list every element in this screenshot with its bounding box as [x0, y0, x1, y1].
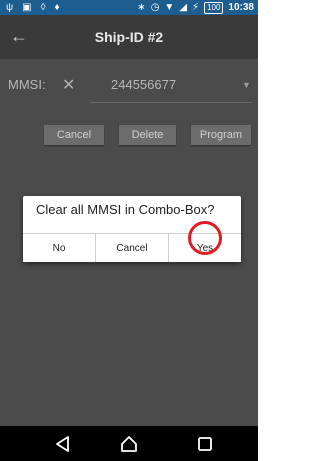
wifi-icon: ▼: [164, 2, 175, 13]
charging-icon: ⚡: [192, 2, 200, 13]
image-icon: ▣: [22, 2, 32, 13]
highlight-circle: [188, 221, 222, 255]
home-icon[interactable]: [120, 435, 138, 453]
delete-button[interactable]: Delete: [119, 125, 176, 145]
clear-icon[interactable]: ✕: [62, 75, 75, 95]
alarm-icon: ◷: [150, 2, 160, 13]
location-icon: ◊: [40, 2, 46, 13]
settings-icon: ♦: [54, 2, 60, 13]
bluetooth-icon: ∗: [137, 2, 146, 13]
mmsi-label: MMSI:: [8, 77, 46, 92]
mmsi-row: MMSI: ✕ 244556677 ▼: [0, 74, 258, 98]
toolbar: ← Ship-ID #2: [0, 15, 258, 59]
phone-screen: ψ ▣ ◊ ♦ ∗ ◷ ▼ ◢ ⚡ 100 10:38 ← Ship-ID #2…: [0, 0, 258, 461]
battery-icon: 100: [204, 1, 224, 14]
usb-icon: ψ: [6, 2, 14, 13]
clock: 10:38: [228, 2, 254, 13]
cancel-button[interactable]: Cancel: [44, 125, 104, 145]
status-bar: ψ ▣ ◊ ♦ ∗ ◷ ▼ ◢ ⚡ 100 10:38: [0, 0, 258, 15]
back-icon[interactable]: [54, 435, 72, 453]
program-button[interactable]: Program: [191, 125, 251, 145]
dialog-message: Clear all MMSI in Combo-Box?: [36, 202, 215, 217]
no-button[interactable]: No: [23, 233, 95, 262]
chevron-down-icon[interactable]: ▼: [242, 80, 251, 90]
mmsi-combo-box[interactable]: 244556677: [111, 77, 176, 92]
combo-underline: [90, 102, 252, 103]
navigation-bar: [0, 426, 258, 461]
recents-icon[interactable]: [196, 435, 214, 453]
page-title: Ship-ID #2: [94, 29, 164, 45]
dialog-cancel-button[interactable]: Cancel: [95, 233, 168, 262]
signal-icon: ◢: [179, 2, 188, 13]
